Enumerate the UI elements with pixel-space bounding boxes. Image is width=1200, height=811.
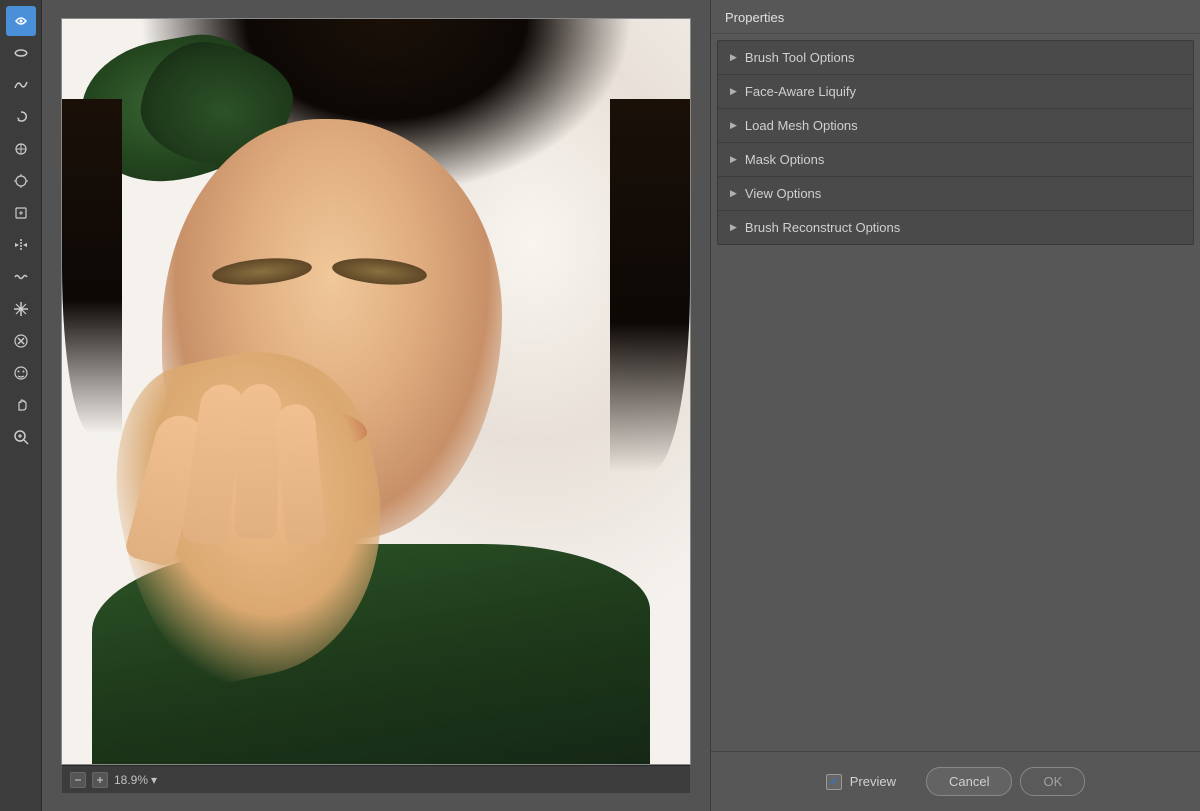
- accordion-item-mask[interactable]: ▶ Mask Options: [718, 143, 1193, 177]
- accordion-item-face-aware[interactable]: ▶ Face-Aware Liquify: [718, 75, 1193, 109]
- accordion-arrow-mask: ▶: [730, 154, 737, 165]
- zoom-out-button[interactable]: [70, 772, 86, 788]
- tool-warp[interactable]: [6, 6, 36, 36]
- tool-twirl-cw[interactable]: [6, 102, 36, 132]
- accordion-arrow-view: ▶: [730, 188, 737, 199]
- tool-push-left[interactable]: [6, 198, 36, 228]
- dialog-buttons: Cancel OK: [926, 767, 1085, 796]
- properties-panel: Properties ▶ Brush Tool Options ▶ Face-A…: [711, 0, 1200, 751]
- accordion-header-brush-reconstruct[interactable]: ▶ Brush Reconstruct Options: [718, 211, 1193, 244]
- accordion-arrow-load-mesh: ▶: [730, 120, 737, 131]
- panel-empty-space: [711, 251, 1200, 751]
- accordion-list: ▶ Brush Tool Options ▶ Face-Aware Liquif…: [717, 40, 1194, 245]
- properties-title: Properties: [711, 0, 1200, 34]
- toolbar: [0, 0, 42, 811]
- main-area: 18.9% ▾ Properties ▶ Brush Tool Options: [0, 0, 1200, 811]
- accordion-item-brush-reconstruct[interactable]: ▶ Brush Reconstruct Options: [718, 211, 1193, 244]
- preview-checkbox[interactable]: [826, 774, 842, 790]
- tool-face-aware[interactable]: [6, 358, 36, 388]
- accordion-item-brush-tool[interactable]: ▶ Brush Tool Options: [718, 41, 1193, 75]
- canvas-area: 18.9% ▾: [42, 0, 710, 811]
- preview-control: Preview: [826, 774, 896, 790]
- tool-hand[interactable]: [6, 390, 36, 420]
- tool-zoom[interactable]: [6, 422, 36, 452]
- cancel-button[interactable]: Cancel: [926, 767, 1012, 796]
- accordion-header-mask[interactable]: ▶ Mask Options: [718, 143, 1193, 176]
- preview-label: Preview: [850, 774, 896, 789]
- tool-thaw-mask[interactable]: [6, 326, 36, 356]
- canvas-wrapper: [61, 18, 691, 765]
- accordion-header-face-aware[interactable]: ▶ Face-Aware Liquify: [718, 75, 1193, 108]
- tool-reconstruct[interactable]: [6, 38, 36, 68]
- zoom-in-button[interactable]: [92, 772, 108, 788]
- accordion-item-view[interactable]: ▶ View Options: [718, 177, 1193, 211]
- accordion-label-view: View Options: [745, 186, 821, 201]
- accordion-label-brush-tool: Brush Tool Options: [745, 50, 855, 65]
- right-panel: Properties ▶ Brush Tool Options ▶ Face-A…: [710, 0, 1200, 811]
- zoom-percentage: 18.9%: [114, 773, 148, 787]
- tool-smooth[interactable]: [6, 70, 36, 100]
- accordion-label-load-mesh: Load Mesh Options: [745, 118, 858, 133]
- zoom-display: 18.9% ▾: [114, 773, 157, 787]
- accordion-header-view[interactable]: ▶ View Options: [718, 177, 1193, 210]
- tool-pucker[interactable]: [6, 134, 36, 164]
- accordion-item-load-mesh[interactable]: ▶ Load Mesh Options: [718, 109, 1193, 143]
- tool-mirror[interactable]: [6, 230, 36, 260]
- accordion-label-mask: Mask Options: [745, 152, 824, 167]
- ok-button[interactable]: OK: [1020, 767, 1085, 796]
- tool-freeze-mask[interactable]: [6, 294, 36, 324]
- status-bar: 18.9% ▾: [62, 765, 690, 793]
- accordion-header-load-mesh[interactable]: ▶ Load Mesh Options: [718, 109, 1193, 142]
- tool-bloat[interactable]: [6, 166, 36, 196]
- zoom-dropdown-arrow[interactable]: ▾: [151, 773, 157, 787]
- accordion-label-brush-reconstruct: Brush Reconstruct Options: [745, 220, 900, 235]
- accordion-label-face-aware: Face-Aware Liquify: [745, 84, 856, 99]
- accordion-arrow-face-aware: ▶: [730, 86, 737, 97]
- accordion-arrow-brush-tool: ▶: [730, 52, 737, 63]
- canvas-image: [62, 19, 690, 764]
- accordion-header-brush-tool[interactable]: ▶ Brush Tool Options: [718, 41, 1193, 74]
- accordion-arrow-brush-reconstruct: ▶: [730, 222, 737, 233]
- tool-turbulence[interactable]: [6, 262, 36, 292]
- bottom-area: Preview Cancel OK: [711, 751, 1200, 811]
